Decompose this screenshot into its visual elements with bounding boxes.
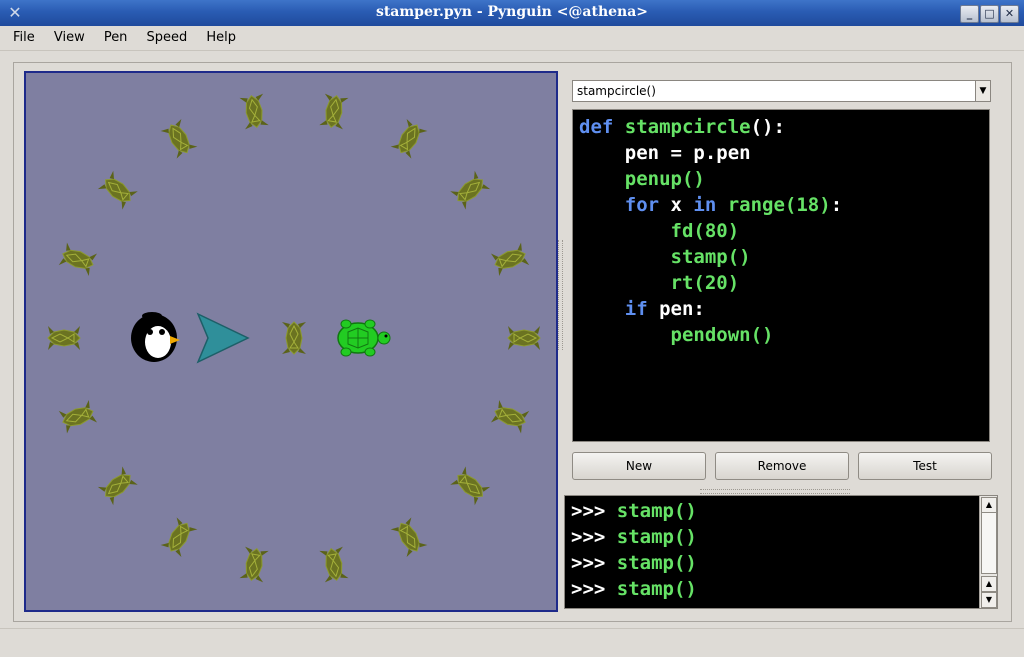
menu-file[interactable]: File — [6, 26, 42, 45]
code-line: if pen: — [579, 296, 989, 322]
console-command: stamp() — [616, 552, 697, 574]
status-bar — [0, 628, 1024, 657]
code-token: : — [830, 194, 843, 216]
code-text[interactable]: def stampcircle(): pen = p.pen penup() f… — [573, 110, 989, 348]
code-token: pendown() — [579, 324, 774, 346]
new-button[interactable]: New — [572, 452, 706, 480]
menu-view[interactable]: View — [47, 26, 92, 45]
console-line: >>> stamp() — [571, 498, 997, 524]
code-token: for — [579, 194, 671, 216]
scroll-up-icon-lower[interactable]: ▲ — [981, 576, 997, 592]
remove-button[interactable]: Remove — [715, 452, 849, 480]
console-line: >>> stamp() — [571, 576, 997, 602]
code-line: fd(80) — [579, 218, 989, 244]
turtle-stamp-icon — [390, 118, 428, 160]
code-editor[interactable]: def stampcircle(): pen = p.pen penup() f… — [572, 109, 990, 442]
turtle-stamp-icon — [449, 465, 491, 506]
code-token: (): — [750, 116, 785, 138]
console-text[interactable]: >>> stamp() >>> stamp() >>> stamp() >>> sta… — [565, 496, 997, 602]
console-command: stamp() — [616, 526, 697, 548]
console-line: >>> stamp() — [571, 550, 997, 576]
close-button[interactable]: ✕ — [1000, 5, 1019, 23]
turtle-stamp-icon — [318, 546, 349, 583]
turtle-icon — [337, 319, 391, 357]
console-prompt: >>> — [571, 552, 617, 574]
chevron-down-icon[interactable]: ▼ — [975, 81, 990, 101]
console-line: >>> stamp() — [571, 524, 997, 550]
turtle-stamp-icon — [160, 118, 198, 160]
python-console[interactable]: >>> stamp() >>> stamp() >>> stamp() >>> sta… — [564, 495, 998, 609]
turtle-stamp-icon — [239, 93, 270, 130]
vertical-splitter-handle[interactable] — [558, 240, 563, 350]
turtle-stamp-icon — [160, 516, 198, 558]
code-token: penup() — [579, 168, 705, 190]
scroll-up-icon[interactable]: ▲ — [981, 497, 997, 513]
code-token: stamp() — [579, 246, 751, 268]
turtle-canvas[interactable] — [24, 71, 558, 612]
title-bar: ✕ stamper.pyn - Pynguin <@athena> _ □ ✕ — [0, 0, 1024, 26]
code-token: range(18) — [727, 194, 831, 216]
function-selector[interactable]: stampcircle() ▼ — [572, 80, 991, 102]
turtle-stamp-icon — [58, 399, 98, 434]
turtle-stamp-icon — [390, 516, 428, 558]
code-token: pen = p.pen — [579, 142, 751, 164]
test-button[interactable]: Test — [858, 452, 992, 480]
canvas-drawing — [47, 93, 541, 583]
stamp-at-center-icon — [281, 321, 307, 355]
code-line: for x in range(18): — [579, 192, 989, 218]
window-title: stamper.pyn - Pynguin <@athena> — [375, 4, 649, 20]
console-prompt: >>> — [571, 526, 617, 548]
menu-pen[interactable]: Pen — [97, 26, 135, 45]
console-prompt: >>> — [571, 500, 617, 522]
turtle-stamp-icon — [507, 325, 541, 351]
scroll-down-icon[interactable]: ▼ — [981, 592, 997, 608]
console-scrollbar[interactable]: ▲ ▲ ▼ — [979, 496, 997, 608]
turtle-stamp-icon — [490, 242, 530, 277]
turtle-stamp-icon — [490, 399, 530, 434]
code-line: pen = p.pen — [579, 140, 989, 166]
code-line: stamp() — [579, 244, 989, 270]
turtle-stamp-icon — [239, 546, 270, 583]
console-command: stamp() — [616, 578, 697, 600]
code-token: if — [579, 298, 660, 320]
scrollbar-thumb[interactable] — [981, 512, 997, 574]
turtle-stamp-icon — [58, 242, 98, 277]
code-line: penup() — [579, 166, 989, 192]
code-token: stampcircle — [624, 116, 751, 138]
maximize-button[interactable]: □ — [980, 5, 999, 23]
function-selector-value: stampcircle() — [577, 84, 656, 98]
turtle-stamp-icon — [449, 170, 491, 211]
turtle-stamp-icon — [47, 325, 81, 351]
arrow-icon — [196, 312, 250, 364]
code-line: def stampcircle(): — [579, 114, 989, 140]
menu-help[interactable]: Help — [199, 26, 243, 45]
turtle-stamp-icon — [318, 93, 349, 130]
turtle-stamp-icon — [97, 465, 139, 506]
horizontal-splitter-handle[interactable] — [700, 489, 850, 494]
console-command: stamp() — [616, 500, 697, 522]
code-token: def — [579, 116, 625, 138]
menu-bar: File View Pen Speed Help — [0, 26, 1024, 51]
console-prompt: >>> — [571, 578, 617, 600]
menu-speed[interactable]: Speed — [140, 26, 195, 45]
minimize-button[interactable]: _ — [960, 5, 979, 23]
code-token: pen: — [659, 298, 705, 320]
code-token: fd(80) — [579, 220, 740, 242]
turtle-stamp-icon — [97, 170, 139, 211]
code-token: x — [670, 194, 694, 216]
code-token: in — [693, 194, 728, 216]
penguin-icon — [131, 312, 180, 362]
code-line: rt(20) — [579, 270, 989, 296]
code-token: rt(20) — [579, 272, 740, 294]
code-line: pendown() — [579, 322, 989, 348]
